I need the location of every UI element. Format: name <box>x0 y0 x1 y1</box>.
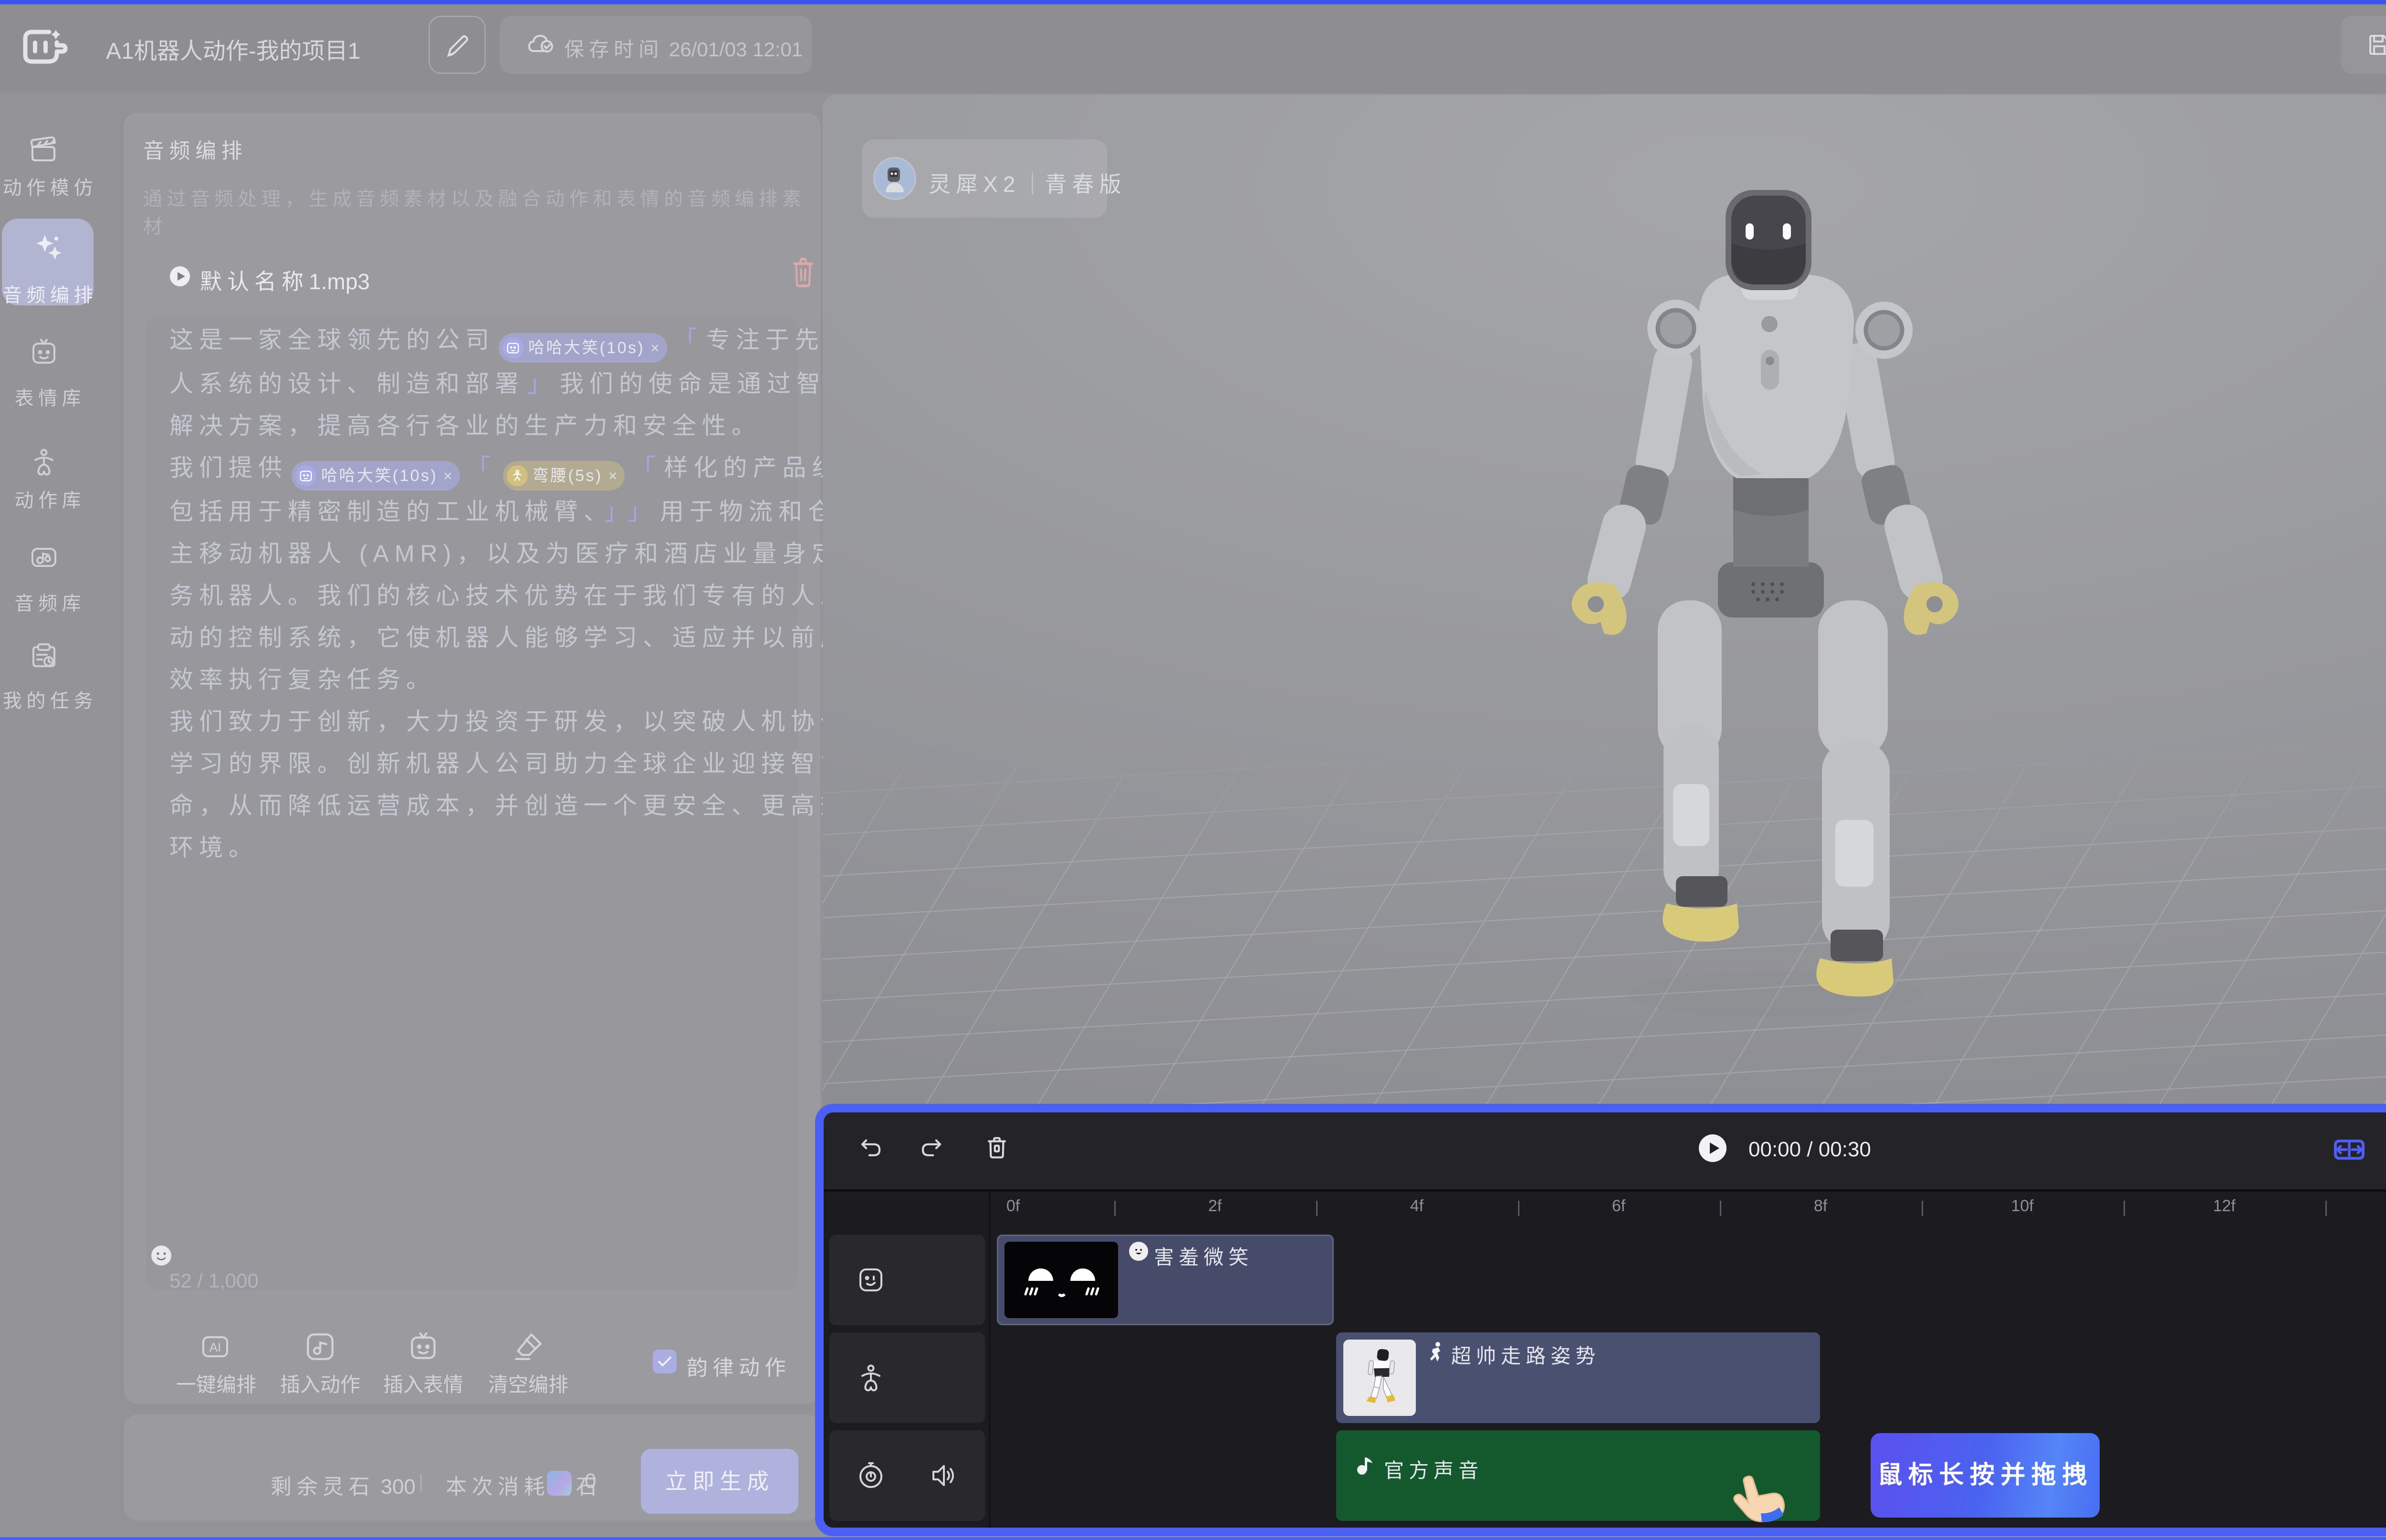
svg-text:AI: AI <box>209 1340 221 1354</box>
